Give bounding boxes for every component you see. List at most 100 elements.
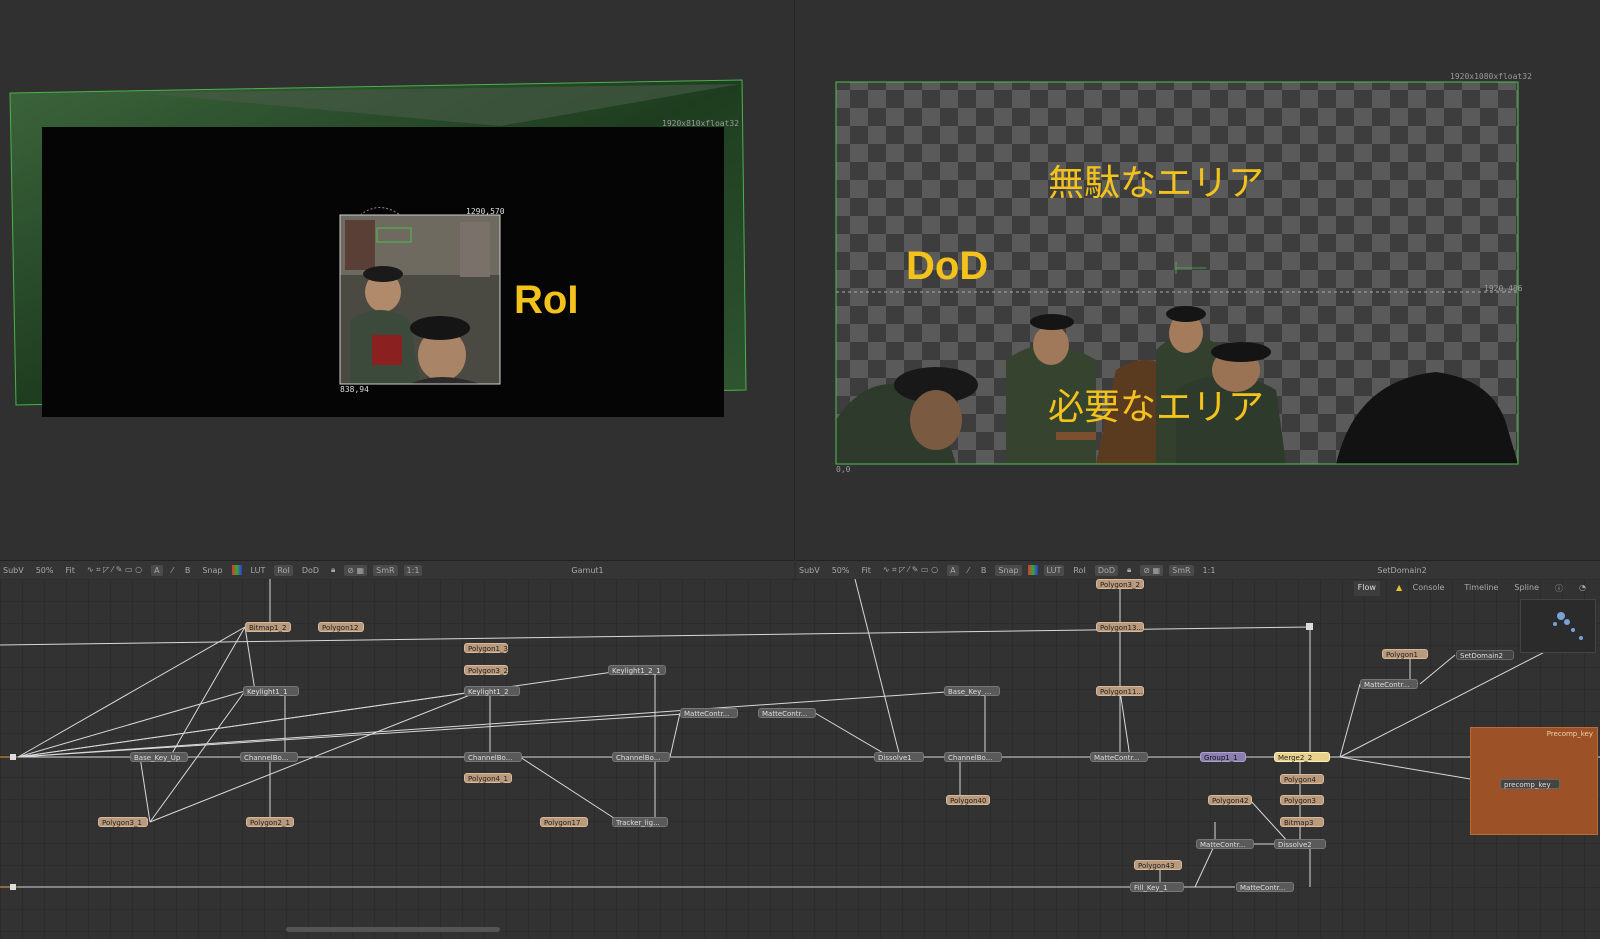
node-polygon13[interactable]: Polygon13... — [1096, 622, 1144, 632]
compare-icon[interactable]: ⁄ — [965, 565, 972, 576]
node-dissolve1[interactable]: Dissolve1 — [874, 752, 924, 762]
zoom-select[interactable]: 50% — [33, 565, 57, 576]
right-viewer-node-name: SetDomain2 — [1377, 565, 1427, 575]
node-mattecontrol-c[interactable]: MatteContr... — [1090, 752, 1148, 762]
node-polygon12[interactable]: Polygon12 — [318, 622, 364, 632]
flow-horizontal-scrollbar[interactable] — [286, 927, 500, 932]
node-precomp-key[interactable]: precomp_key — [1500, 779, 1560, 789]
node-keylight1-2-1[interactable]: Keylight1_2_1 — [608, 665, 666, 675]
subview-button[interactable]: SubV — [0, 565, 27, 576]
spline-icon[interactable]: ∿ ⌗ ◸ ⁄ ✎ ▭ ○ — [84, 564, 145, 576]
node-mattecontrol-f[interactable]: MatteContr... — [1360, 679, 1418, 689]
color-channel-icon[interactable] — [231, 565, 242, 575]
node-setdomain2[interactable]: SetDomain2 — [1456, 650, 1514, 660]
dod-button[interactable]: DoD — [299, 565, 322, 576]
subview-button[interactable]: SubV — [796, 565, 823, 576]
router-merge-top[interactable] — [1306, 623, 1313, 630]
node-keylight1-2[interactable]: Keylight1_2 — [464, 686, 520, 696]
info-icon[interactable]: ⓘ — [1551, 581, 1567, 596]
node-channelbooleans-d[interactable]: ChannelBo... — [944, 752, 1002, 762]
node-group1-1[interactable]: Group1_1 — [1200, 752, 1246, 762]
checker-icon[interactable]: ⊘ ▦ — [1140, 564, 1164, 576]
node-polygon3[interactable]: Polygon3 — [1280, 795, 1324, 805]
node-polygon40[interactable]: Polygon40 — [946, 795, 990, 805]
node-polygon43[interactable]: Polygon43 — [1134, 860, 1182, 870]
roi-top-right-coord: 1290,570 — [466, 207, 505, 216]
lut-button[interactable]: LUT — [1043, 564, 1065, 576]
node-polygon2-1[interactable]: Polygon2_1 — [246, 817, 294, 827]
node-base-key[interactable]: Base_Key_... — [944, 686, 1000, 696]
node-fill-key-1[interactable]: Fill_Key_1 — [1130, 882, 1184, 892]
right-res-label: 1920x1080xfloat32 — [1450, 72, 1532, 81]
color-channel-icon[interactable] — [1027, 565, 1038, 575]
node-polygon11[interactable]: Polygon11... — [1096, 686, 1144, 696]
node-base-key-up[interactable]: Base_Key_Up — [130, 752, 188, 762]
tab-spline[interactable]: Spline — [1510, 581, 1543, 596]
buffer-b-button[interactable]: B — [182, 565, 194, 576]
node-dissolve2[interactable]: Dissolve2 — [1274, 839, 1326, 849]
tab-timeline[interactable]: Timeline — [1460, 581, 1502, 596]
left-viewer-node-name: Gamut1 — [571, 565, 604, 575]
dod-annotation: DoD — [906, 244, 989, 288]
node-mattecontrol-b[interactable]: MatteContr... — [758, 708, 816, 718]
spline-icon[interactable]: ∿ ⌗ ◸ ⁄ ✎ ▭ ○ — [880, 564, 941, 576]
fit-button[interactable]: Fit — [858, 565, 873, 576]
smr-button[interactable]: SmR — [373, 564, 398, 576]
flow-tabs: Flow ▲ Console Timeline Spline ⓘ ◔ — [1353, 581, 1590, 596]
node-polygon3-2[interactable]: Polygon3_2 — [464, 665, 508, 675]
node-polygon4-1[interactable]: Polygon4_1 — [464, 773, 512, 783]
buffer-b-button[interactable]: B — [978, 565, 990, 576]
node-channelbooleans-b[interactable]: ChannelBo... — [464, 752, 522, 762]
roi-button[interactable]: RoI — [1070, 565, 1088, 576]
snap-button[interactable]: Snap — [995, 564, 1022, 576]
router-bottom[interactable] — [10, 884, 16, 890]
node-polygon1-3[interactable]: Polygon1_3 — [464, 643, 508, 653]
flow-view[interactable]: Flow ▲ Console Timeline Spline ⓘ ◔ Preco… — [0, 579, 1600, 939]
node-bitmap1-2[interactable]: Bitmap1_2 — [245, 622, 291, 632]
node-channelbooleans-c[interactable]: ChannelBo... — [612, 752, 670, 762]
tab-console-label: Console — [1412, 583, 1445, 592]
node-mattecontrol-d[interactable]: MatteContr... — [1196, 839, 1254, 849]
lock-icon[interactable]: 🔒︎ — [1124, 564, 1134, 576]
zoom-select[interactable]: 50% — [829, 565, 853, 576]
roi-annotation: RoI — [514, 278, 579, 322]
smr-button[interactable]: SmR — [1169, 564, 1194, 576]
fit-button[interactable]: Fit — [62, 565, 77, 576]
node-mattecontrol-e[interactable]: MatteContr... — [1236, 882, 1294, 892]
node-polygon4[interactable]: Polygon4 — [1280, 774, 1324, 784]
node-polygon3-2-top[interactable]: Polygon3_2 — [1096, 579, 1144, 589]
node-polygon42[interactable]: Polygon42 — [1208, 795, 1252, 805]
tab-flow[interactable]: Flow — [1353, 581, 1380, 596]
precomp-title: Precomp_key — [1546, 730, 1593, 738]
roi-button[interactable]: RoI — [274, 564, 293, 576]
checker-icon[interactable]: ⊘ ▦ — [344, 564, 368, 576]
compare-icon[interactable]: ⁄ — [169, 565, 176, 576]
lock-icon[interactable]: 🔒︎ — [328, 564, 338, 576]
chat-icon[interactable]: ◔ — [1575, 581, 1590, 596]
ratio-button[interactable]: 1:1 — [403, 564, 423, 576]
ratio-button[interactable]: 1:1 — [1200, 565, 1219, 576]
node-polygon17[interactable]: Polygon17 — [540, 817, 588, 827]
node-bitmap3[interactable]: Bitmap3 — [1280, 817, 1324, 827]
node-polygon1[interactable]: Polygon1 — [1382, 649, 1428, 659]
snap-button[interactable]: Snap — [199, 565, 225, 576]
dod-coord: 1920,486 — [1484, 284, 1523, 293]
node-tracker-light[interactable]: Tracker_lig... — [612, 817, 668, 827]
left-viewer[interactable]: 1920x810xfloat32 1290,570 838,94 RoI — [0, 0, 795, 560]
wasted-area-annotation: 無駄なエリア — [1048, 162, 1265, 203]
right-viewer[interactable]: 1920x1080xfloat32 1920,486 0,0 DoD 無駄なエリ… — [796, 0, 1600, 560]
lut-button[interactable]: LUT — [248, 565, 269, 576]
buffer-a-button[interactable]: A — [947, 564, 959, 576]
node-polygon3-1[interactable]: Polygon3_1 — [98, 817, 148, 827]
node-channelbooleans-a[interactable]: ChannelBo... — [240, 752, 298, 762]
dod-button[interactable]: DoD — [1094, 564, 1119, 576]
buffer-a-button[interactable]: A — [151, 564, 163, 576]
needed-area-annotation: 必要なエリア — [1048, 386, 1265, 427]
node-mattecontrol-a[interactable]: MatteContr... — [680, 708, 738, 718]
navigator-preview — [1553, 612, 1583, 640]
node-keylight1-1[interactable]: Keylight1_1 — [243, 686, 299, 696]
router-main[interactable] — [10, 754, 16, 760]
flow-navigator[interactable] — [1520, 599, 1596, 653]
tab-console[interactable]: ▲ Console — [1388, 581, 1452, 596]
node-merge2-2[interactable]: Merge2_2 — [1274, 752, 1330, 762]
